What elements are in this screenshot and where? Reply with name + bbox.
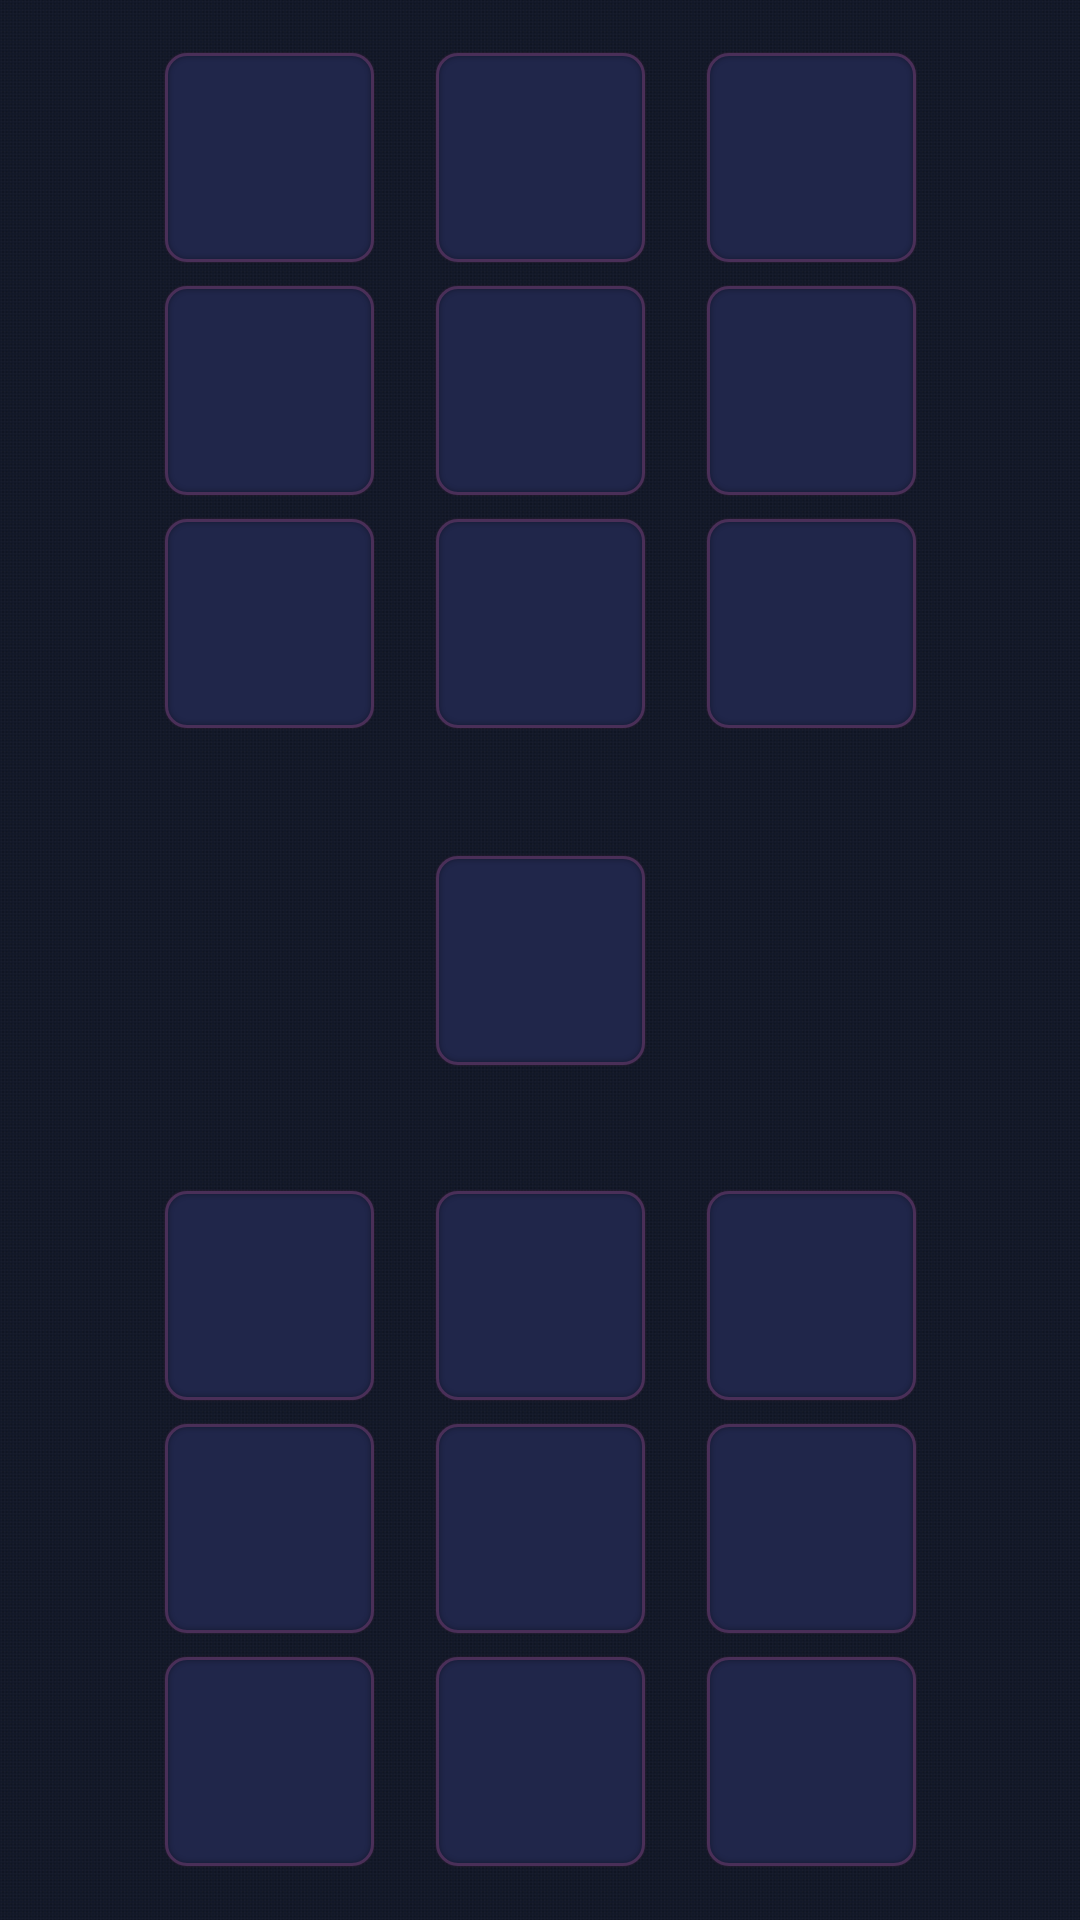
bottom-tile-r1-c1[interactable] <box>165 1191 374 1400</box>
center-tile[interactable] <box>436 856 645 1065</box>
top-tile-r1-c3[interactable] <box>707 53 916 262</box>
game-board <box>0 0 1080 1920</box>
bottom-tile-grid <box>165 1191 916 1866</box>
top-tile-r2-c3[interactable] <box>707 286 916 495</box>
bottom-tile-r2-c3[interactable] <box>707 1424 916 1633</box>
top-tile-r1-c2[interactable] <box>436 53 645 262</box>
top-tile-r2-c2[interactable] <box>436 286 645 495</box>
top-tile-r2-c1[interactable] <box>165 286 374 495</box>
bottom-tile-r3-c2[interactable] <box>436 1657 645 1866</box>
top-tile-r1-c1[interactable] <box>165 53 374 262</box>
bottom-tile-r3-c3[interactable] <box>707 1657 916 1866</box>
top-tile-r3-c1[interactable] <box>165 519 374 728</box>
top-tile-grid <box>165 53 916 728</box>
top-tile-r3-c2[interactable] <box>436 519 645 728</box>
top-tile-r3-c3[interactable] <box>707 519 916 728</box>
bottom-tile-r2-c2[interactable] <box>436 1424 645 1633</box>
bottom-tile-r3-c1[interactable] <box>165 1657 374 1866</box>
bottom-tile-r1-c2[interactable] <box>436 1191 645 1400</box>
bottom-tile-r1-c3[interactable] <box>707 1191 916 1400</box>
bottom-tile-r2-c1[interactable] <box>165 1424 374 1633</box>
